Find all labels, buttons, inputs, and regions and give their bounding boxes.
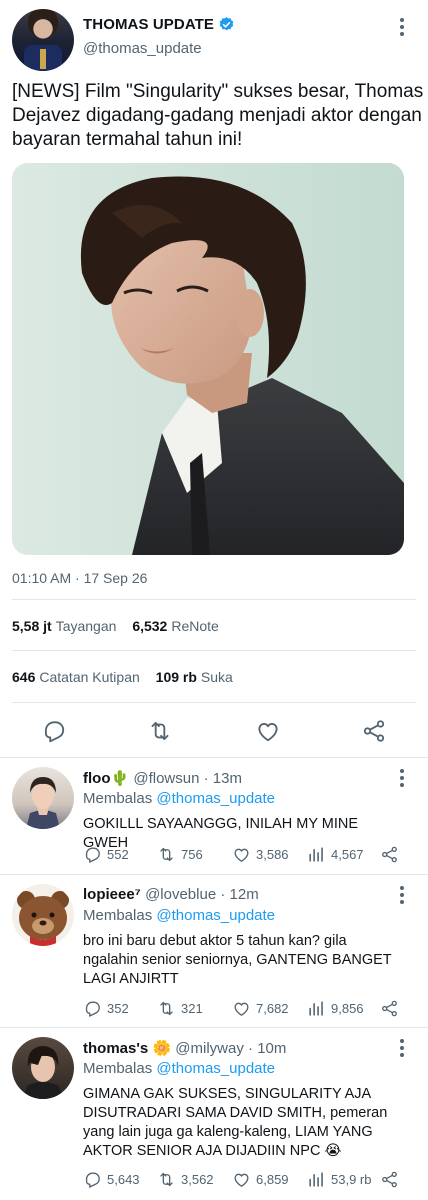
stat-views[interactable]: 5,58 jt Tayangan — [12, 618, 116, 634]
renote-count: 3,562 — [181, 1172, 214, 1187]
divider — [12, 599, 416, 600]
like-icon[interactable] — [255, 718, 281, 744]
divider — [12, 702, 416, 703]
more-options-icon[interactable] — [398, 886, 406, 908]
renote-icon — [160, 1001, 173, 1016]
share-icon — [382, 1171, 397, 1188]
views-count: 9,856 — [331, 1001, 364, 1016]
reply-icon[interactable] — [41, 718, 67, 744]
reply-count: 352 — [107, 1001, 129, 1016]
like-button[interactable]: 7,682 — [232, 999, 289, 1018]
reply-button[interactable]: 5,643 — [83, 1170, 140, 1189]
views-count: 4,567 — [331, 847, 364, 862]
author-handle[interactable]: @thomas_update — [83, 40, 202, 57]
reply-text: GIMANA GAK SUKSES, SINGULARITY AJA DISUT… — [83, 1086, 388, 1159]
renote-button[interactable]: 3,562 — [157, 1170, 214, 1189]
renote-count: 756 — [181, 847, 203, 862]
name-emoji: 🌵 — [110, 770, 130, 787]
avatar[interactable] — [12, 767, 74, 829]
stats-row-views-renotes: 5,58 jt Tayangan 6,532 ReNote — [12, 618, 219, 634]
share-icon — [382, 1000, 397, 1017]
more-options-icon[interactable] — [398, 769, 406, 791]
views-button[interactable]: 53,9 rb — [307, 1170, 371, 1189]
renote-count: 321 — [181, 1001, 203, 1016]
replying-to: Membalas @thomas_update — [83, 907, 276, 924]
like-button[interactable]: 6,859 — [232, 1170, 289, 1189]
reply-handle[interactable]: @milyway — [175, 1040, 244, 1057]
reply-handle[interactable]: @flowsun — [133, 770, 199, 787]
divider — [12, 650, 416, 651]
stats-row-quotes-likes: 646 Catatan Kutipan 109 rb Suka — [12, 669, 233, 685]
share-button[interactable] — [380, 1170, 399, 1189]
like-button[interactable]: 3,586 — [232, 845, 289, 864]
reply-header: lopieee⁷ @loveblue · 12m — [83, 886, 259, 903]
mention-link[interactable]: @thomas_update — [156, 907, 275, 924]
divider — [0, 757, 428, 758]
avatar[interactable] — [12, 1037, 74, 1099]
stat-likes[interactable]: 109 rb Suka — [156, 669, 233, 685]
display-name: THOMAS UPDATE — [83, 16, 215, 33]
reply-button[interactable]: 552 — [83, 845, 129, 864]
reply-count: 552 — [107, 847, 129, 862]
reply-text: bro ini baru debut aktor 5 tahun kan? gi… — [83, 933, 392, 987]
reply-time[interactable]: 10m — [257, 1040, 286, 1057]
reply-action-bar: 5,643 3,562 6,859 53,9 rb — [83, 1170, 413, 1192]
tweet-text: [NEWS] Film "Singularity" sukses besar, … — [12, 81, 424, 150]
reply-icon — [85, 1172, 100, 1188]
reply-header: thomas's 🌼 @milyway · 10m — [83, 1040, 287, 1057]
mention-link[interactable]: @thomas_update — [156, 790, 275, 807]
views-button[interactable]: 9,856 — [307, 999, 364, 1018]
views-icon — [309, 847, 323, 862]
verified-badge-icon — [219, 17, 234, 31]
like-count: 6,859 — [256, 1172, 289, 1187]
replying-to: Membalas @thomas_update — [83, 1060, 276, 1077]
stat-quotes[interactable]: 646 Catatan Kutipan — [12, 669, 140, 685]
renote-icon — [160, 847, 173, 862]
tweet-timestamp[interactable]: 01:10 AM · 17 Sep 26 — [12, 570, 147, 586]
renote-icon[interactable] — [147, 718, 173, 744]
share-icon — [382, 846, 397, 863]
renote-button[interactable]: 321 — [157, 999, 203, 1018]
like-icon — [234, 1002, 249, 1016]
views-icon — [309, 1001, 323, 1016]
views-icon — [309, 1172, 323, 1187]
share-button[interactable] — [380, 845, 399, 864]
avatar[interactable] — [12, 9, 74, 71]
more-options-icon[interactable] — [396, 18, 408, 40]
reply-button[interactable]: 352 — [83, 999, 129, 1018]
reply-time[interactable]: 12m — [230, 886, 259, 903]
reply-action-bar: 552 756 3,586 4,567 — [83, 845, 413, 867]
like-icon — [234, 848, 249, 862]
replying-to: Membalas @thomas_update — [83, 790, 276, 807]
share-button[interactable] — [380, 999, 399, 1018]
name-emoji: 🌼 — [152, 1040, 172, 1057]
reply-handle[interactable]: @loveblue — [145, 886, 216, 903]
views-count: 53,9 rb — [331, 1172, 372, 1187]
tweet-action-bar — [0, 714, 428, 748]
stat-renotes[interactable]: 6,532 ReNote — [132, 618, 219, 634]
reply-icon — [85, 847, 100, 863]
tweet-photo[interactable] — [12, 163, 404, 555]
share-icon[interactable] — [361, 718, 387, 744]
reply-display-name[interactable]: lopieee⁷ — [83, 886, 141, 903]
mention-link[interactable]: @thomas_update — [156, 1060, 275, 1077]
reply-display-name[interactable]: floo — [83, 770, 111, 787]
like-count: 3,586 — [256, 847, 289, 862]
renote-icon — [160, 1172, 173, 1187]
reply-count: 5,643 — [107, 1172, 140, 1187]
like-icon — [234, 1173, 249, 1187]
reply-action-bar: 352 321 7,682 9,856 — [83, 999, 413, 1021]
like-count: 7,682 — [256, 1001, 289, 1016]
reply-header: floo🌵 @flowsun · 13m — [83, 770, 242, 787]
divider — [0, 1027, 428, 1028]
divider — [0, 874, 428, 875]
more-options-icon[interactable] — [398, 1039, 406, 1061]
renote-button[interactable]: 756 — [157, 845, 203, 864]
author-name[interactable]: THOMAS UPDATE — [83, 16, 235, 33]
reply-display-name[interactable]: thomas's — [83, 1040, 148, 1057]
reply-icon — [85, 1001, 100, 1017]
avatar[interactable] — [12, 884, 74, 946]
views-button[interactable]: 4,567 — [307, 845, 364, 864]
reply-time[interactable]: 13m — [213, 770, 242, 787]
